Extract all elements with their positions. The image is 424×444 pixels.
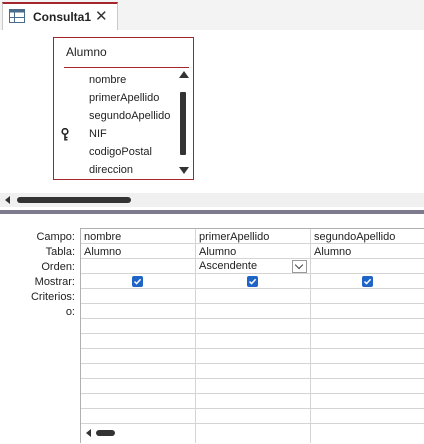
field-item-segundo-apellido[interactable]: segundoApellido — [89, 110, 170, 122]
mostrar-checkbox[interactable] — [247, 276, 258, 287]
chevron-down-icon — [294, 260, 304, 270]
grid-cell-tabla[interactable]: Alumno — [314, 246, 351, 258]
document-tab-bar: Consulta1 ✕ — [0, 0, 424, 31]
key-icon — [61, 128, 69, 141]
row-label-o: o: — [65, 306, 75, 318]
query-design-pane: Alumno nombre primerApellido segundoApel… — [0, 30, 424, 210]
checkmark-icon — [133, 278, 142, 285]
query-design-grid: nombre primerApellido segundoApellido Al… — [80, 228, 424, 443]
tab-consulta1[interactable]: Consulta1 ✕ — [2, 2, 118, 30]
grid-cell-tabla[interactable]: Alumno — [84, 246, 121, 258]
scroll-left-icon[interactable] — [86, 429, 91, 437]
scroll-thumb[interactable] — [180, 92, 186, 155]
field-item-codigo-postal[interactable]: codigoPostal — [89, 146, 152, 158]
row-label-campo: Campo: — [36, 231, 75, 243]
scroll-left-icon[interactable] — [5, 196, 10, 204]
row-label-orden: Orden: — [41, 261, 75, 273]
orden-dropdown[interactable]: Ascendente — [195, 260, 309, 273]
query-icon — [9, 9, 25, 23]
dropdown-button[interactable] — [292, 260, 307, 273]
grid-cell-campo[interactable]: segundoApellido — [314, 231, 395, 243]
row-label-criterios: Criterios: — [30, 291, 75, 303]
field-item-primer-apellido[interactable]: primerApellido — [89, 92, 159, 104]
scroll-down-icon[interactable] — [179, 167, 189, 174]
field-list-scrollbar[interactable] — [177, 68, 189, 176]
mostrar-checkbox[interactable] — [132, 276, 143, 287]
query-grid-pane: Campo: Tabla: Orden: Mostrar: Criterios:… — [0, 214, 424, 444]
table-box-title: Alumno — [66, 45, 107, 59]
field-item-direccion[interactable]: direccion — [89, 164, 133, 176]
table-box-alumno[interactable]: Alumno nombre primerApellido segundoApel… — [53, 37, 194, 180]
grid-cell-tabla[interactable]: Alumno — [199, 246, 236, 258]
design-pane-horizontal-scrollbar[interactable] — [0, 193, 424, 207]
field-item-nombre[interactable]: nombre — [89, 74, 126, 86]
field-item-nif[interactable]: NIF — [89, 128, 107, 140]
scroll-thumb[interactable] — [96, 430, 115, 436]
grid-cell-campo[interactable]: primerApellido — [199, 231, 269, 243]
mostrar-checkbox[interactable] — [362, 276, 373, 287]
checkmark-icon — [248, 278, 257, 285]
row-label-tabla: Tabla: — [45, 246, 75, 258]
grid-horizontal-scrollbar[interactable] — [82, 426, 422, 440]
row-label-mostrar: Mostrar: — [34, 276, 75, 288]
checkmark-icon — [363, 278, 372, 285]
tab-label: Consulta1 — [33, 10, 92, 24]
field-list: nombre primerApellido segundoApellido NI… — [54, 68, 174, 180]
grid-cell-campo[interactable]: nombre — [84, 231, 121, 243]
scroll-thumb[interactable] — [17, 197, 131, 203]
close-icon[interactable]: ✕ — [95, 7, 108, 25]
orden-selected-value: Ascendente — [199, 260, 258, 272]
scroll-up-icon[interactable] — [179, 71, 189, 78]
